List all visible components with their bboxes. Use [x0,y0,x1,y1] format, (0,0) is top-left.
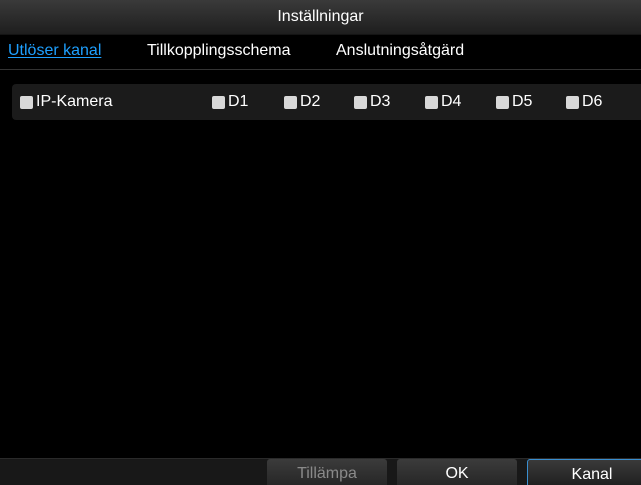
checkbox-label: D1 [228,93,249,110]
checkbox-label: D3 [370,93,391,110]
channel-checkbox-row: IP-Kamera D1 D2 D3 D4 D5 D6 [12,84,641,120]
checkbox-square-icon[interactable] [566,95,579,109]
checkbox-square-icon[interactable] [425,95,438,109]
checkbox-label: D6 [582,93,603,110]
checkbox-square-icon[interactable] [496,95,509,109]
checkbox-label: D5 [512,93,533,110]
checkbox-square-icon[interactable] [212,95,225,109]
content-area [12,122,641,450]
apply-button[interactable]: Tillämpa [267,459,387,485]
checkbox-ip-camera[interactable]: IP-Kamera [20,84,112,120]
footer-bar: Tillämpa OK Kanal [0,458,641,485]
tab-schedule[interactable]: Tillkopplingsschema [147,42,290,60]
checkbox-label: IP-Kamera [36,93,113,110]
tab-trigger-channel[interactable]: Utlöser kanal [8,42,101,60]
checkbox-label: D2 [300,93,321,110]
checkbox-d2[interactable]: D2 [284,84,320,120]
checkbox-square-icon[interactable] [354,95,367,109]
checkbox-label: D4 [441,93,462,110]
tab-divider [0,69,641,70]
channel-button[interactable]: Kanal [527,459,641,485]
checkbox-d5[interactable]: D5 [496,84,532,120]
window-title: Inställningar [0,0,641,35]
checkbox-square-icon[interactable] [284,95,297,109]
checkbox-d3[interactable]: D3 [354,84,390,120]
ok-button[interactable]: OK [397,459,517,485]
settings-window: Inställningar Utlöser kanal Tillkoppling… [0,0,641,485]
checkbox-d6[interactable]: D6 [566,84,602,120]
checkbox-square-icon[interactable] [20,95,33,109]
tab-linkage-action[interactable]: Anslutningsåtgärd [336,42,464,60]
checkbox-d4[interactable]: D4 [425,84,461,120]
checkbox-d1[interactable]: D1 [212,84,248,120]
tab-bar: Utlöser kanal Tillkopplingsschema Anslut… [0,42,641,68]
